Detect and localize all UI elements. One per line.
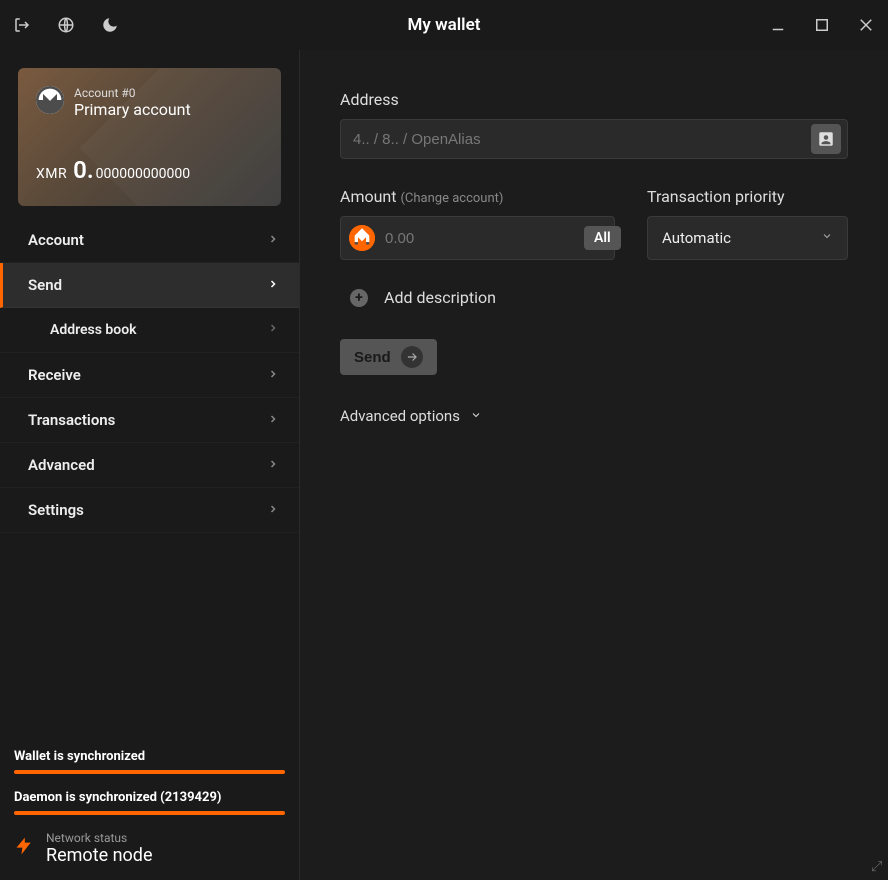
monero-logo-icon [36, 86, 64, 114]
chevron-right-icon [267, 276, 279, 294]
nav-label: Send [28, 276, 62, 294]
send-button[interactable]: Send [340, 339, 437, 375]
balance-whole: 0. [73, 156, 94, 184]
network-status-label: Network status [46, 831, 153, 845]
chevron-down-icon [470, 407, 482, 425]
chevron-right-icon [267, 322, 279, 338]
nav: Account Send Address book Receive Transa… [0, 218, 299, 739]
nav-label: Transactions [28, 411, 115, 429]
add-description-button[interactable]: + Add description [350, 288, 848, 307]
plus-icon: + [350, 289, 368, 307]
account-card[interactable]: Account #0 Primary account XMR 0. 000000… [18, 68, 281, 206]
chevron-right-icon [267, 366, 279, 384]
amount-label: Amount (Change account) [340, 187, 615, 206]
address-input[interactable] [353, 131, 811, 148]
balance: XMR 0. 000000000000 [36, 156, 190, 184]
nav-transactions[interactable]: Transactions [0, 398, 299, 443]
add-description-label: Add description [384, 288, 496, 307]
nav-receive[interactable]: Receive [0, 353, 299, 398]
nav-label: Advanced [28, 456, 95, 474]
nav-send[interactable]: Send [0, 263, 299, 308]
currency-label: XMR [36, 166, 67, 182]
nav-label: Account [28, 231, 84, 249]
nav-address-book[interactable]: Address book [0, 308, 299, 353]
priority-value: Automatic [662, 229, 821, 247]
advanced-options-toggle[interactable]: Advanced options [340, 407, 848, 425]
sidebar: Account #0 Primary account XMR 0. 000000… [0, 50, 300, 880]
sidebar-status: Wallet is synchronized Daemon is synchro… [0, 739, 299, 880]
nav-label: Settings [28, 501, 84, 519]
maximize-icon[interactable] [812, 15, 832, 35]
daemon-sync-label: Daemon is synchronized (2139429) [14, 790, 285, 805]
account-name: Primary account [74, 100, 191, 119]
close-icon[interactable] [856, 15, 876, 35]
address-input-wrap [340, 119, 848, 159]
window-title: My wallet [120, 15, 768, 35]
network-status-value: Remote node [46, 845, 153, 866]
account-id: Account #0 [74, 86, 191, 100]
moon-icon[interactable] [100, 15, 120, 35]
monero-icon [349, 225, 375, 251]
nav-label: Receive [28, 366, 81, 384]
address-label: Address [340, 90, 848, 109]
daemon-sync-progress [14, 811, 285, 815]
wallet-sync-progress [14, 770, 285, 774]
send-button-label: Send [354, 349, 391, 366]
amount-input-wrap: All [340, 216, 615, 260]
minimize-icon[interactable] [768, 15, 788, 35]
chevron-right-icon [267, 501, 279, 519]
balance-fraction: 000000000000 [96, 166, 190, 182]
priority-select[interactable]: Automatic [647, 216, 848, 260]
nav-advanced[interactable]: Advanced [0, 443, 299, 488]
wallet-sync-label: Wallet is synchronized [14, 749, 285, 764]
all-button[interactable]: All [584, 226, 621, 250]
arrow-right-icon [401, 346, 423, 368]
advanced-options-label: Advanced options [340, 407, 460, 425]
exit-icon[interactable] [12, 15, 32, 35]
globe-icon[interactable] [56, 15, 76, 35]
priority-label: Transaction priority [647, 187, 848, 206]
address-book-button[interactable] [811, 124, 841, 154]
network-status[interactable]: Network status Remote node [14, 831, 285, 866]
titlebar: My wallet [0, 0, 888, 50]
bolt-icon [14, 832, 34, 866]
nav-settings[interactable]: Settings [0, 488, 299, 533]
amount-input[interactable] [385, 230, 584, 247]
chevron-down-icon [821, 230, 833, 246]
change-account-link[interactable]: (Change account) [400, 191, 503, 206]
nav-label: Address book [50, 322, 137, 338]
chevron-right-icon [267, 456, 279, 474]
chevron-right-icon [267, 411, 279, 429]
nav-account[interactable]: Account [0, 218, 299, 263]
resize-grip-icon[interactable]: ⤡ [868, 860, 884, 871]
chevron-right-icon [267, 231, 279, 249]
send-panel: Address Amount (Change account) [300, 50, 888, 880]
